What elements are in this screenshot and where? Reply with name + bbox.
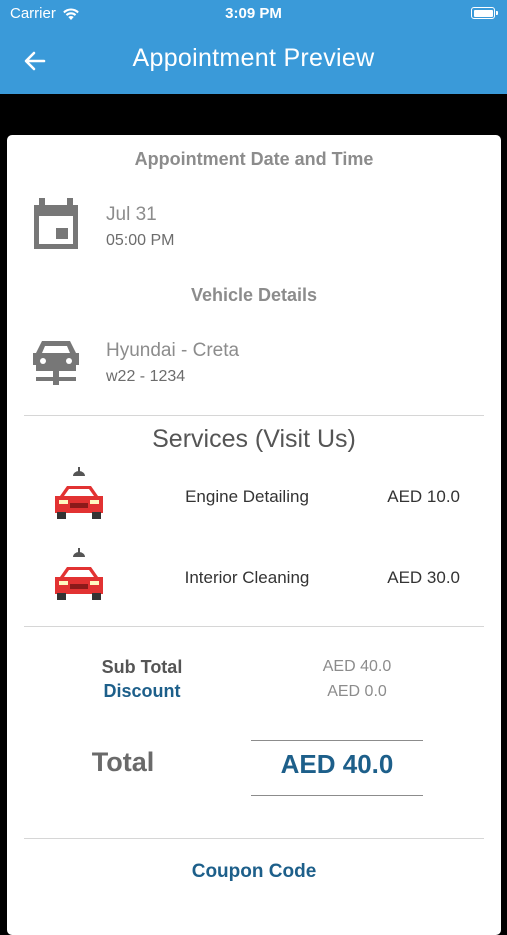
- total-label: Total: [91, 747, 155, 777]
- appointment-date: Jul 31: [106, 204, 157, 225]
- status-time: 3:09 PM: [225, 5, 282, 22]
- divider: [24, 626, 484, 627]
- subtotal-value: AED 40.0: [322, 658, 392, 675]
- car-wash-icon: [55, 548, 103, 600]
- appointment-time: 05:00 PM: [106, 232, 175, 249]
- service-name: Engine Detailing: [185, 487, 309, 506]
- service-name: Interior Cleaning: [184, 568, 310, 587]
- vehicle-heading: Vehicle Details: [190, 285, 318, 305]
- service-price: AED 10.0: [387, 487, 460, 506]
- discount-label: Discount: [103, 681, 181, 701]
- battery-icon: [471, 7, 498, 19]
- total-value: AED 40.0: [280, 749, 394, 779]
- navigation-bar: Appointment Preview: [0, 28, 507, 94]
- calendar-icon: [34, 198, 78, 249]
- appointment-heading: Appointment Date and Time: [134, 149, 374, 169]
- status-bar: Carrier 3:09 PM: [0, 0, 507, 28]
- discount-value: AED 0.0: [327, 683, 387, 700]
- car-front-icon: [33, 341, 79, 385]
- vehicle-plate: w22 - 1234: [106, 368, 186, 385]
- car-wash-icon: [55, 467, 103, 519]
- services-heading: Services (Visit Us): [152, 425, 356, 453]
- page-title: Appointment Preview: [132, 44, 375, 72]
- coupon-code-link[interactable]: Coupon Code: [7, 861, 501, 883]
- subtotal-label: Sub Total: [101, 657, 183, 677]
- vehicle-model: Hyundai - Creta: [106, 340, 240, 361]
- service-price: AED 30.0: [387, 568, 460, 587]
- total-box: AED 40.0: [251, 740, 423, 796]
- appointment-card: Appointment Date and Time Jul 31 05:00 P…: [7, 135, 501, 935]
- divider: [24, 838, 484, 839]
- divider: [24, 415, 484, 416]
